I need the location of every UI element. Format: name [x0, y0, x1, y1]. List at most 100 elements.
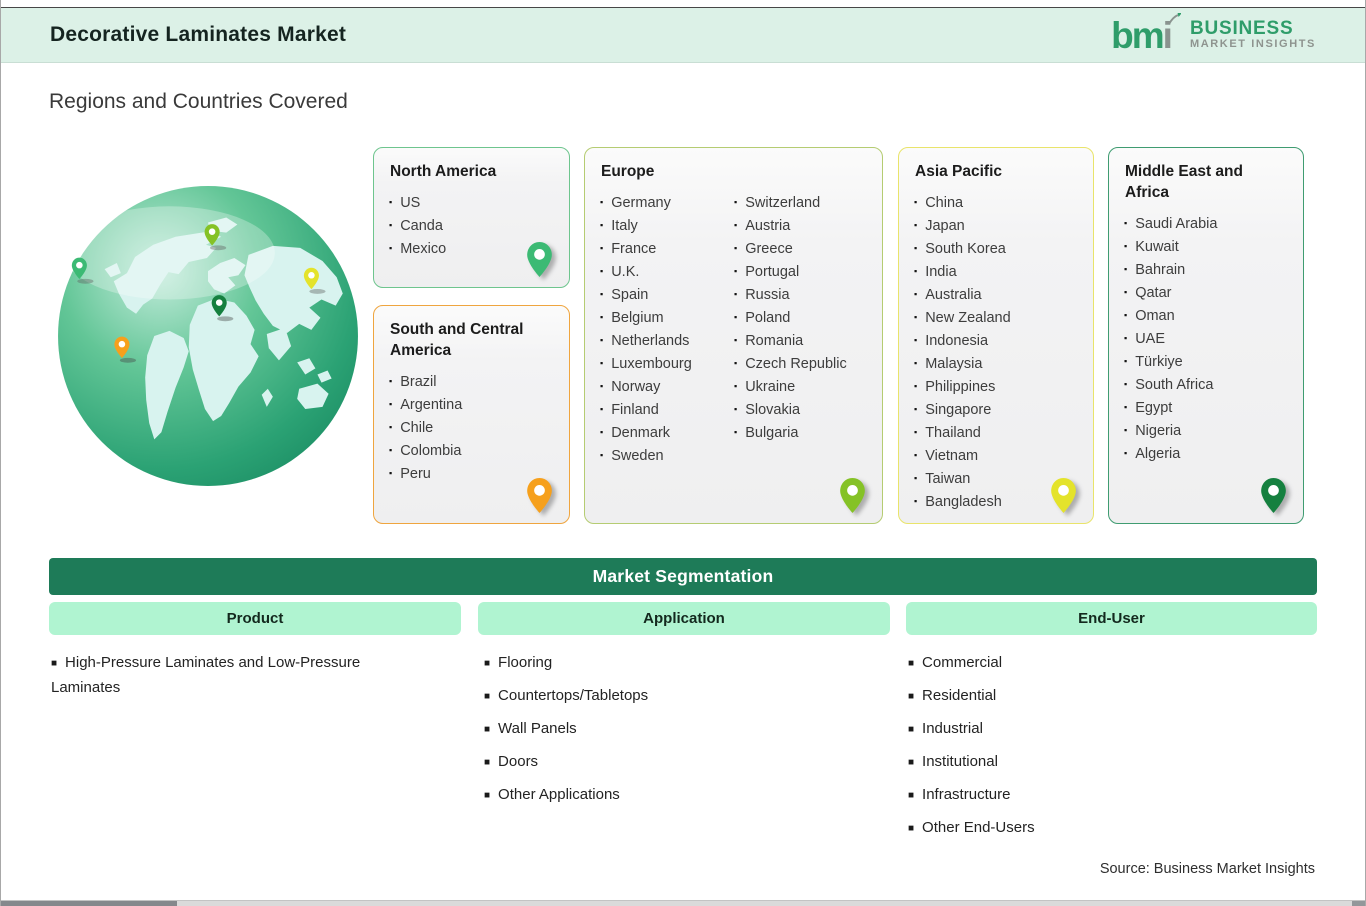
segment-chip-application: Application — [478, 602, 890, 635]
country-item: ▪ Bahrain — [1124, 258, 1289, 281]
segment-item: ■ Other End-Users — [908, 816, 1300, 841]
section-title: Regions and Countries Covered — [49, 90, 348, 113]
country-item: ▪ Argentina — [389, 393, 555, 416]
bullet-icon: ■ — [908, 691, 915, 702]
country-item: ▪ Denmark — [600, 421, 734, 444]
region-box: Middle East and Africa ▪ Saudi Arabia ▪ Kuw… — [1108, 147, 1304, 524]
bullet-icon: ▪ — [734, 243, 738, 253]
bullet-icon: ▪ — [600, 358, 604, 368]
country-item: ▪ Philippines — [914, 375, 1079, 398]
country-item: ▪ Netherlands — [600, 329, 734, 352]
country-item: ▪ Germany — [600, 191, 734, 214]
bullet-icon: ▪ — [389, 197, 393, 207]
region-country-columns: ▪ Saudi Arabia ▪ Kuwait ▪ Bahrain ▪ Qatar ▪ Oman ▪… — [1124, 212, 1289, 465]
bullet-icon: ■ — [908, 757, 915, 768]
globe-illustration — [58, 186, 358, 486]
country-item: ▪ Oman — [1124, 304, 1289, 327]
horizontal-scrollbar-track[interactable] — [1, 900, 1365, 906]
bullet-icon: ▪ — [1124, 333, 1128, 343]
country-item: ▪ Canda — [389, 214, 555, 237]
bullet-icon: ▪ — [600, 197, 604, 207]
country-item: ▪ Qatar — [1124, 281, 1289, 304]
bullet-icon: ▪ — [914, 381, 918, 391]
logo-arrow-icon — [1168, 12, 1181, 25]
bullet-icon: ▪ — [914, 220, 918, 230]
bullet-icon: ▪ — [734, 312, 738, 322]
bullet-icon: ▪ — [914, 266, 918, 276]
country-item: ▪ South Africa — [1124, 373, 1289, 396]
bullet-icon: ▪ — [734, 335, 738, 345]
bullet-icon: ■ — [484, 691, 491, 702]
segment-chip-product: Product — [49, 602, 461, 635]
region-title: Middle East and Africa — [1125, 163, 1243, 201]
country-item: ▪ Norway — [600, 375, 734, 398]
bullet-icon: ▪ — [914, 289, 918, 299]
bullet-icon: ▪ — [1124, 218, 1128, 228]
logo-line1: BUSINESS — [1189, 18, 1294, 40]
country-list: ▪ Brazil ▪ Argentina ▪ Chile ▪ Colombia ▪ Peru — [389, 370, 555, 485]
map-pin-icon — [1051, 478, 1076, 513]
bullet-icon: ▪ — [914, 197, 918, 207]
bullet-icon: ▪ — [1124, 310, 1128, 320]
segment-item: ■ Countertops/Tabletops — [484, 684, 876, 709]
country-item: ▪ US — [389, 191, 555, 214]
segment-item: ■ Wall Panels — [484, 717, 876, 742]
country-list: ▪ Saudi Arabia ▪ Kuwait ▪ Bahrain ▪ Qatar ▪ Oman ▪… — [1124, 212, 1289, 465]
country-item: ▪ Greece — [734, 237, 868, 260]
segment-item-list: ■ Flooring ■ Countertops/Tabletops ■ Wall Pan… — [484, 651, 876, 816]
segment-item: ■ Doors — [484, 750, 876, 775]
bullet-icon: ▪ — [389, 243, 393, 253]
bullet-icon: ■ — [51, 658, 58, 669]
bullet-icon: ▪ — [1124, 425, 1128, 435]
country-item: ▪ Luxembourg — [600, 352, 734, 375]
country-item: ▪ Russia — [734, 283, 868, 306]
bullet-icon: ■ — [484, 790, 491, 801]
region-title: Europe — [601, 163, 655, 180]
country-item: ▪ France — [600, 237, 734, 260]
bmi-logo: bmi BUSINESS MARKET INSIGHTS — [1111, 12, 1316, 54]
bullet-icon: ▪ — [1124, 379, 1128, 389]
country-item: ▪ Egypt — [1124, 396, 1289, 419]
segment-item: ■ Flooring — [484, 651, 876, 676]
country-item: ▪ Singapore — [914, 398, 1079, 421]
country-item: ▪ Belgium — [600, 306, 734, 329]
horizontal-scrollbar-thumb[interactable] — [1, 901, 177, 906]
bullet-icon: ▪ — [734, 197, 738, 207]
globe-highlight — [64, 206, 275, 300]
country-item: ▪ Austria — [734, 214, 868, 237]
bullet-icon: ▪ — [914, 243, 918, 253]
country-item: ▪ India — [914, 260, 1079, 283]
region-country-columns: ▪ China ▪ Japan ▪ South Korea ▪ India ▪ Australia… — [914, 191, 1079, 513]
page-title: Decorative Laminates Market — [50, 23, 347, 46]
bullet-icon: ▪ — [1124, 264, 1128, 274]
bullet-icon: ▪ — [914, 450, 918, 460]
bullet-icon: ▪ — [734, 220, 738, 230]
bullet-icon: ▪ — [600, 335, 604, 345]
region-box: South and Central America ▪ Brazil ▪ Argent… — [373, 305, 570, 524]
bullet-icon: ▪ — [914, 473, 918, 483]
bullet-icon: ▪ — [600, 266, 604, 276]
segmentation-header: Market Segmentation — [49, 558, 1317, 595]
bullet-icon: ▪ — [600, 243, 604, 253]
map-pin-icon — [527, 478, 552, 513]
country-item: ▪ Türkiye — [1124, 350, 1289, 373]
bullet-icon: ■ — [908, 823, 915, 834]
country-item: ▪ Kuwait — [1124, 235, 1289, 258]
country-item: ▪ Japan — [914, 214, 1079, 237]
bullet-icon: ▪ — [600, 381, 604, 391]
bullet-icon: ▪ — [914, 358, 918, 368]
bullet-icon: ▪ — [600, 220, 604, 230]
country-item: ▪ Vietnam — [914, 444, 1079, 467]
region-country-columns: ▪ Germany ▪ Italy ▪ France ▪ U.K. ▪ Spain ▪ Belgium… — [600, 191, 868, 467]
bullet-icon: ▪ — [600, 427, 604, 437]
country-item: ▪ Indonesia — [914, 329, 1079, 352]
country-item: ▪ Poland — [734, 306, 868, 329]
bullet-icon: ▪ — [1124, 287, 1128, 297]
segment-item: ■ Commercial — [908, 651, 1300, 676]
bullet-icon: ■ — [908, 790, 915, 801]
map-pin-icon — [840, 478, 865, 513]
country-item: ▪ Spain — [600, 283, 734, 306]
country-item: ▪ Algeria — [1124, 442, 1289, 465]
region-box: Asia Pacific ▪ China ▪ Japan ▪ South Korea ▪ In… — [898, 147, 1094, 524]
country-item: ▪ Switzerland — [734, 191, 868, 214]
